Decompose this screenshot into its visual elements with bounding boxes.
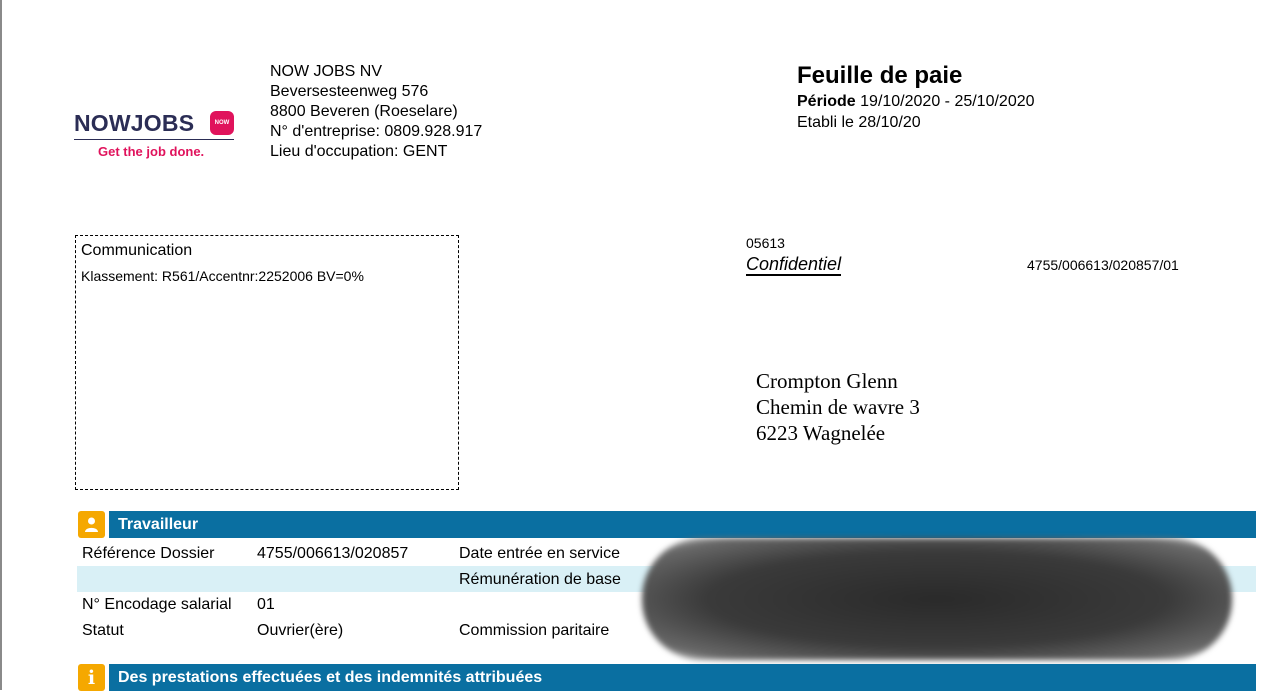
logo-badge: NOW bbox=[210, 111, 234, 135]
redacted-area bbox=[642, 538, 1232, 660]
status-label: Statut bbox=[82, 622, 124, 639]
company-logo: NOWJOBS NOW Get the job done. bbox=[74, 108, 240, 164]
start-date-label: Date entrée en service bbox=[459, 545, 620, 562]
worker-section-header: Travailleur bbox=[109, 511, 1256, 538]
company-name: NOW JOBS NV bbox=[270, 63, 383, 80]
recipient-code: 05613 bbox=[746, 235, 785, 251]
ref-dossier-label: Référence Dossier bbox=[82, 545, 215, 562]
page-edge bbox=[0, 0, 2, 690]
logo-tagline: Get the job done. bbox=[98, 144, 205, 159]
confidential-label: Confidentiel bbox=[746, 254, 842, 276]
communication-box: Communication Klassement: R561/Accentnr:… bbox=[75, 235, 459, 490]
status-value: Ouvrier(ère) bbox=[257, 622, 344, 639]
period-label: Période bbox=[797, 93, 856, 110]
logo-wordmark: NOWJOBS bbox=[74, 110, 195, 136]
logo-divider bbox=[74, 139, 234, 140]
salary-code-value: 01 bbox=[257, 596, 275, 613]
issued-date: Etabli le 28/10/20 bbox=[797, 114, 921, 131]
company-enterprise-number: N° d'entreprise: 0809.928.917 bbox=[270, 123, 483, 140]
communication-title: Communication bbox=[81, 242, 193, 259]
company-info: NOW JOBS NV Beversesteenweg 576 8800 Bev… bbox=[270, 62, 482, 162]
company-location: Lieu d'occupation: GENT bbox=[270, 143, 448, 160]
recipient-street: Chemin de wavre 3 bbox=[756, 395, 920, 419]
ref-dossier-value: 4755/006613/020857 bbox=[257, 545, 409, 562]
period-value: 19/10/2020 - 25/10/2020 bbox=[860, 93, 1035, 110]
joint-committee-label: Commission paritaire bbox=[459, 622, 610, 639]
communication-text: Klassement: R561/Accentnr:2252006 BV=0% bbox=[81, 268, 364, 284]
info-icon: i bbox=[78, 664, 105, 691]
company-city: 8800 Beveren (Roeselare) bbox=[270, 103, 458, 120]
salary-code-label: N° Encodage salarial bbox=[82, 596, 232, 613]
reference-code: 4755/006613/020857/01 bbox=[1027, 257, 1179, 273]
person-icon bbox=[78, 511, 105, 538]
services-section-header: Des prestations effectuées et des indemn… bbox=[109, 664, 1256, 691]
recipient-address: Crompton Glenn Chemin de wavre 3 6223 Wa… bbox=[756, 368, 920, 446]
base-pay-label: Rémunération de base bbox=[459, 571, 621, 588]
recipient-name: Crompton Glenn bbox=[756, 369, 898, 393]
company-street: Beversesteenweg 576 bbox=[270, 83, 429, 100]
recipient-city: 6223 Wagnelée bbox=[756, 421, 886, 445]
period-line: Période 19/10/2020 - 25/10/2020 bbox=[797, 92, 1035, 112]
document-title: Feuille de paie bbox=[797, 62, 963, 89]
